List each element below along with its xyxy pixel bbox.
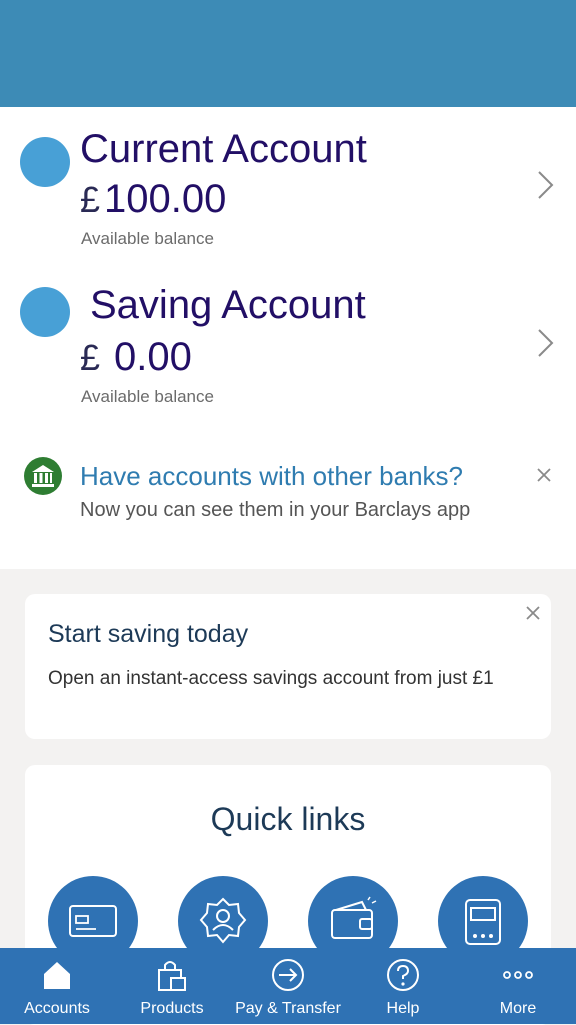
more-dots-icon bbox=[503, 971, 533, 979]
other-banks-banner[interactable]: Have accounts with other banks? Now you … bbox=[0, 447, 576, 537]
tab-label: More bbox=[499, 1000, 537, 1017]
tab-accounts[interactable]: Accounts bbox=[0, 948, 114, 1024]
account-name: Saving Account bbox=[90, 283, 366, 327]
shopping-bag-icon bbox=[158, 961, 186, 991]
bottom-tab-bar: Accounts Products Pay & Transfer Help Mo… bbox=[0, 948, 576, 1024]
wallet-icon bbox=[331, 896, 377, 939]
account-avatar bbox=[20, 287, 70, 337]
balance-amount: 0.00 bbox=[114, 335, 192, 379]
tab-pay-transfer[interactable]: Pay & Transfer bbox=[230, 948, 346, 1024]
saving-promo-title: Start saving today bbox=[48, 620, 249, 648]
balance-label: Available balance bbox=[81, 229, 214, 248]
current-account-row[interactable]: Current Account £100.00 Available balanc… bbox=[0, 107, 576, 248]
tab-more[interactable]: More bbox=[460, 948, 576, 1024]
tab-help[interactable]: Help bbox=[346, 948, 460, 1024]
quick-links-title: Quick links bbox=[210, 801, 366, 837]
balance-label: Available balance bbox=[81, 387, 214, 406]
tab-products[interactable]: Products bbox=[114, 948, 230, 1024]
start-saving-card[interactable]: Start saving today Open an instant-acces… bbox=[25, 594, 551, 739]
accounts-panel: Current Account £100.00 Available balanc… bbox=[0, 107, 576, 569]
tab-label: Products bbox=[140, 1000, 204, 1017]
tab-label: Accounts bbox=[24, 1000, 90, 1017]
close-icon[interactable] bbox=[536, 467, 552, 483]
tab-label: Pay & Transfer bbox=[235, 1000, 341, 1017]
bank-icon bbox=[24, 457, 62, 495]
currency-symbol: £ bbox=[80, 179, 101, 220]
saving-promo-text: Open an instant-access savings account f… bbox=[48, 668, 494, 689]
user-gear-icon bbox=[199, 897, 247, 944]
home-icon bbox=[44, 962, 70, 989]
tab-label: Help bbox=[386, 1000, 420, 1017]
account-avatar bbox=[20, 137, 70, 187]
card-reader-icon bbox=[465, 899, 501, 945]
balance-amount: 100.00 bbox=[104, 177, 227, 221]
chevron-right-icon[interactable] bbox=[535, 170, 557, 200]
other-banks-title[interactable]: Have accounts with other banks? bbox=[80, 461, 463, 492]
arrow-circle-icon bbox=[272, 959, 304, 991]
help-icon bbox=[387, 959, 419, 991]
account-name: Current Account bbox=[80, 127, 367, 171]
close-icon[interactable] bbox=[525, 605, 541, 621]
account-balance: £0.00 bbox=[80, 335, 192, 380]
saving-account-row[interactable]: Saving Account £0.00 Available balance bbox=[0, 267, 576, 407]
chevron-right-icon[interactable] bbox=[535, 328, 557, 358]
card-icon bbox=[69, 905, 117, 937]
account-balance: £100.00 bbox=[80, 177, 226, 222]
other-banks-subtitle: Now you can see them in your Barclays ap… bbox=[80, 499, 471, 521]
currency-symbol: £ bbox=[80, 337, 101, 378]
top-header-bar bbox=[0, 0, 576, 107]
